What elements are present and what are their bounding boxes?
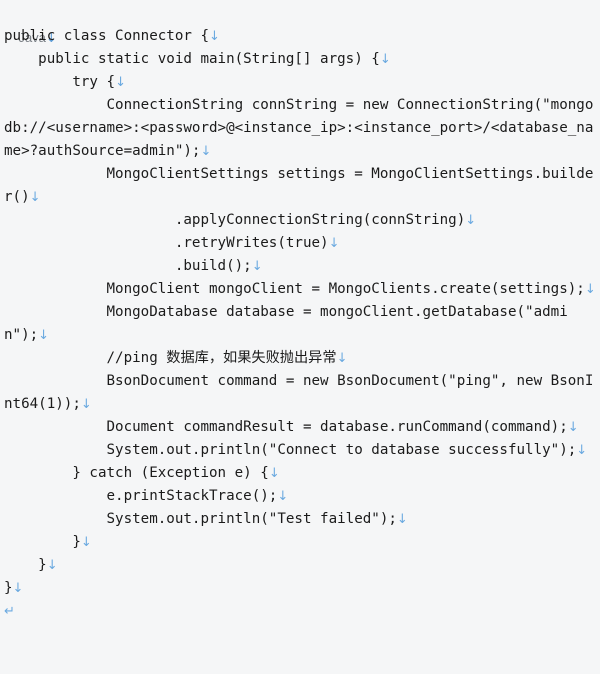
- newline-marker-icon: ↓: [38, 328, 50, 343]
- code-line: }↓: [4, 577, 598, 600]
- code-text: //ping: [4, 350, 167, 366]
- code-line: }↓: [4, 531, 598, 554]
- code-text: e.printStackTrace();: [4, 488, 278, 504]
- language-label-row: Java↓: [0, 0, 600, 46]
- code-line: Document commandResult = database.runCom…: [4, 416, 598, 439]
- newline-marker-icon: ↓: [328, 236, 340, 251]
- newline-marker-icon: ↓: [277, 489, 289, 504]
- newline-marker-icon: ↓: [12, 581, 24, 596]
- code-text-cjk: 数据库，如果失败抛出异常: [166, 350, 337, 366]
- code-line: public static void main(String[] args) {…: [4, 48, 598, 71]
- newline-marker-icon: ↓: [465, 213, 477, 228]
- code-text: Document commandResult = database.runCom…: [4, 419, 568, 435]
- code-text: ConnectionString connString = new Connec…: [4, 97, 594, 159]
- code-line: .applyConnectionString(connString)↓: [4, 209, 598, 232]
- code-line: e.printStackTrace();↓: [4, 485, 598, 508]
- code-line: .retryWrites(true)↓: [4, 232, 598, 255]
- code-line-trailing: ↵: [4, 600, 598, 623]
- newline-marker-icon: ↓: [200, 144, 212, 159]
- code-line: //ping 数据库，如果失败抛出异常↓: [4, 347, 598, 370]
- code-line: public class Connector {↓: [4, 25, 598, 48]
- newline-marker-icon: ↓: [46, 558, 58, 573]
- code-content[interactable]: public class Connector {↓ public static …: [0, 25, 600, 623]
- newline-marker-icon: ↓: [80, 535, 92, 550]
- newline-marker-icon: ↓: [268, 466, 280, 481]
- code-viewer: Java↓ public class Connector {↓ public s…: [0, 0, 600, 674]
- code-text: MongoClientSettings settings = MongoClie…: [4, 166, 594, 205]
- code-text: }: [4, 534, 81, 550]
- carriage-return-marker-icon: ↵: [4, 604, 15, 619]
- code-text: System.out.println("Test failed");: [4, 511, 397, 527]
- code-text: } catch (Exception e) {: [4, 465, 269, 481]
- newline-marker-icon: ↓: [209, 29, 220, 44]
- newline-marker-icon: ↓: [576, 443, 588, 458]
- code-text: MongoClient mongoClient = MongoClients.c…: [4, 281, 585, 297]
- code-text: try {: [4, 74, 116, 90]
- code-line: } catch (Exception e) {↓: [4, 462, 598, 485]
- newline-marker-icon: ↓: [379, 52, 391, 67]
- newline-marker-icon: ↓: [584, 282, 596, 297]
- code-line: System.out.println("Test failed");↓: [4, 508, 598, 531]
- code-text: public static void main(String[] args) {: [4, 51, 380, 67]
- code-text: BsonDocument command = new BsonDocument(…: [4, 373, 594, 412]
- newline-marker-icon: ↓: [396, 512, 408, 527]
- code-line: }↓: [4, 554, 598, 577]
- code-line: BsonDocument command = new BsonDocument(…: [4, 370, 598, 416]
- code-text: .applyConnectionString(connString): [4, 212, 466, 228]
- code-text: }: [4, 580, 13, 596]
- code-text: public class Connector {: [4, 28, 209, 44]
- newline-marker-icon: ↓: [251, 259, 263, 274]
- code-text: .build();: [4, 258, 252, 274]
- code-line: .build();↓: [4, 255, 598, 278]
- code-line: MongoClient mongoClient = MongoClients.c…: [4, 278, 598, 301]
- code-text: .retryWrites(true): [4, 235, 329, 251]
- code-line: MongoDatabase database = mongoClient.get…: [4, 301, 598, 347]
- code-line: System.out.println("Connect to database …: [4, 439, 598, 462]
- code-line: ConnectionString connString = new Connec…: [4, 94, 598, 163]
- code-text: MongoDatabase database = mongoClient.get…: [4, 304, 568, 343]
- code-line: try {↓: [4, 71, 598, 94]
- newline-marker-icon: ↓: [115, 75, 126, 90]
- newline-marker-icon: ↓: [567, 420, 579, 435]
- code-text: System.out.println("Connect to database …: [4, 442, 577, 458]
- code-line: MongoClientSettings settings = MongoClie…: [4, 163, 598, 209]
- code-text: }: [4, 557, 47, 573]
- newline-marker-icon: ↓: [29, 190, 41, 205]
- newline-marker-icon: ↓: [80, 397, 92, 412]
- newline-marker-icon: ↓: [336, 351, 348, 366]
